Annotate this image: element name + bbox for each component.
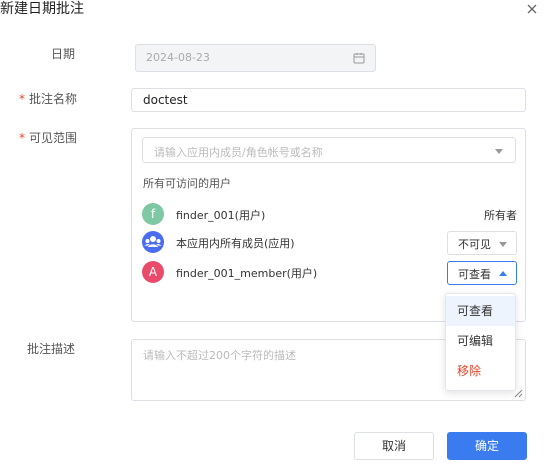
required-mark: * [19, 92, 25, 106]
member-name: finder_001_member(用户) [176, 267, 318, 280]
date-input[interactable]: 2024-08-23 [135, 44, 376, 72]
close-icon[interactable] [524, 1, 540, 17]
cancel-button[interactable]: 取消 [354, 432, 434, 460]
dialog-title: 新建日期批注 [0, 1, 84, 17]
date-value: 2024-08-23 [146, 51, 210, 64]
member-row: f finder_001(用户) 所有者 [142, 203, 517, 227]
description-label: 批注描述 [27, 342, 76, 356]
permission-select[interactable]: 不可见 [447, 231, 517, 255]
chevron-up-icon [499, 271, 507, 276]
name-input[interactable]: doctest [131, 88, 526, 112]
name-label-text: 批注名称 [29, 92, 78, 106]
required-mark: * [19, 131, 25, 145]
chevron-down-icon [499, 242, 507, 247]
member-name: 本应用内所有成员(应用) [176, 237, 295, 250]
dropdown-option-edit[interactable]: 可编辑 [446, 326, 515, 356]
scope-label-text: 可见范围 [29, 131, 78, 145]
permission-text: 所有者 [484, 209, 517, 222]
member-search-placeholder: 请输入应用内成员/角色帐号或名称 [154, 146, 323, 159]
name-label: * 批注名称 [19, 90, 77, 108]
avatar: A [142, 261, 164, 283]
dropdown-option-remove[interactable]: 移除 [446, 356, 515, 386]
name-value: doctest [143, 93, 188, 107]
member-row: A finder_001_member(用户) 可查看 [142, 261, 517, 285]
scope-label: * 可见范围 [19, 129, 77, 147]
dropdown-option-view[interactable]: 可查看 [446, 296, 515, 326]
group-icon [142, 231, 164, 253]
description-placeholder: 请输入不超过200个字符的描述 [143, 349, 296, 362]
avatar: f [142, 203, 164, 225]
calendar-icon [353, 53, 365, 64]
confirm-button[interactable]: 确定 [447, 432, 527, 460]
permission-value: 可查看 [458, 268, 491, 281]
permission-select[interactable]: 可查看 [447, 261, 517, 285]
member-name: finder_001(用户) [176, 209, 266, 222]
member-row: 本应用内所有成员(应用) 不可见 [142, 231, 517, 255]
chevron-down-icon [495, 149, 503, 154]
permission-dropdown: 可查看 可编辑 移除 [445, 293, 516, 391]
section-caption: 所有可访问的用户 [143, 177, 231, 190]
permission-value: 不可见 [458, 238, 491, 251]
date-label: 日期 [51, 47, 76, 61]
resize-handle-icon[interactable] [514, 389, 523, 398]
member-search-select[interactable]: 请输入应用内成员/角色帐号或名称 [142, 137, 516, 163]
